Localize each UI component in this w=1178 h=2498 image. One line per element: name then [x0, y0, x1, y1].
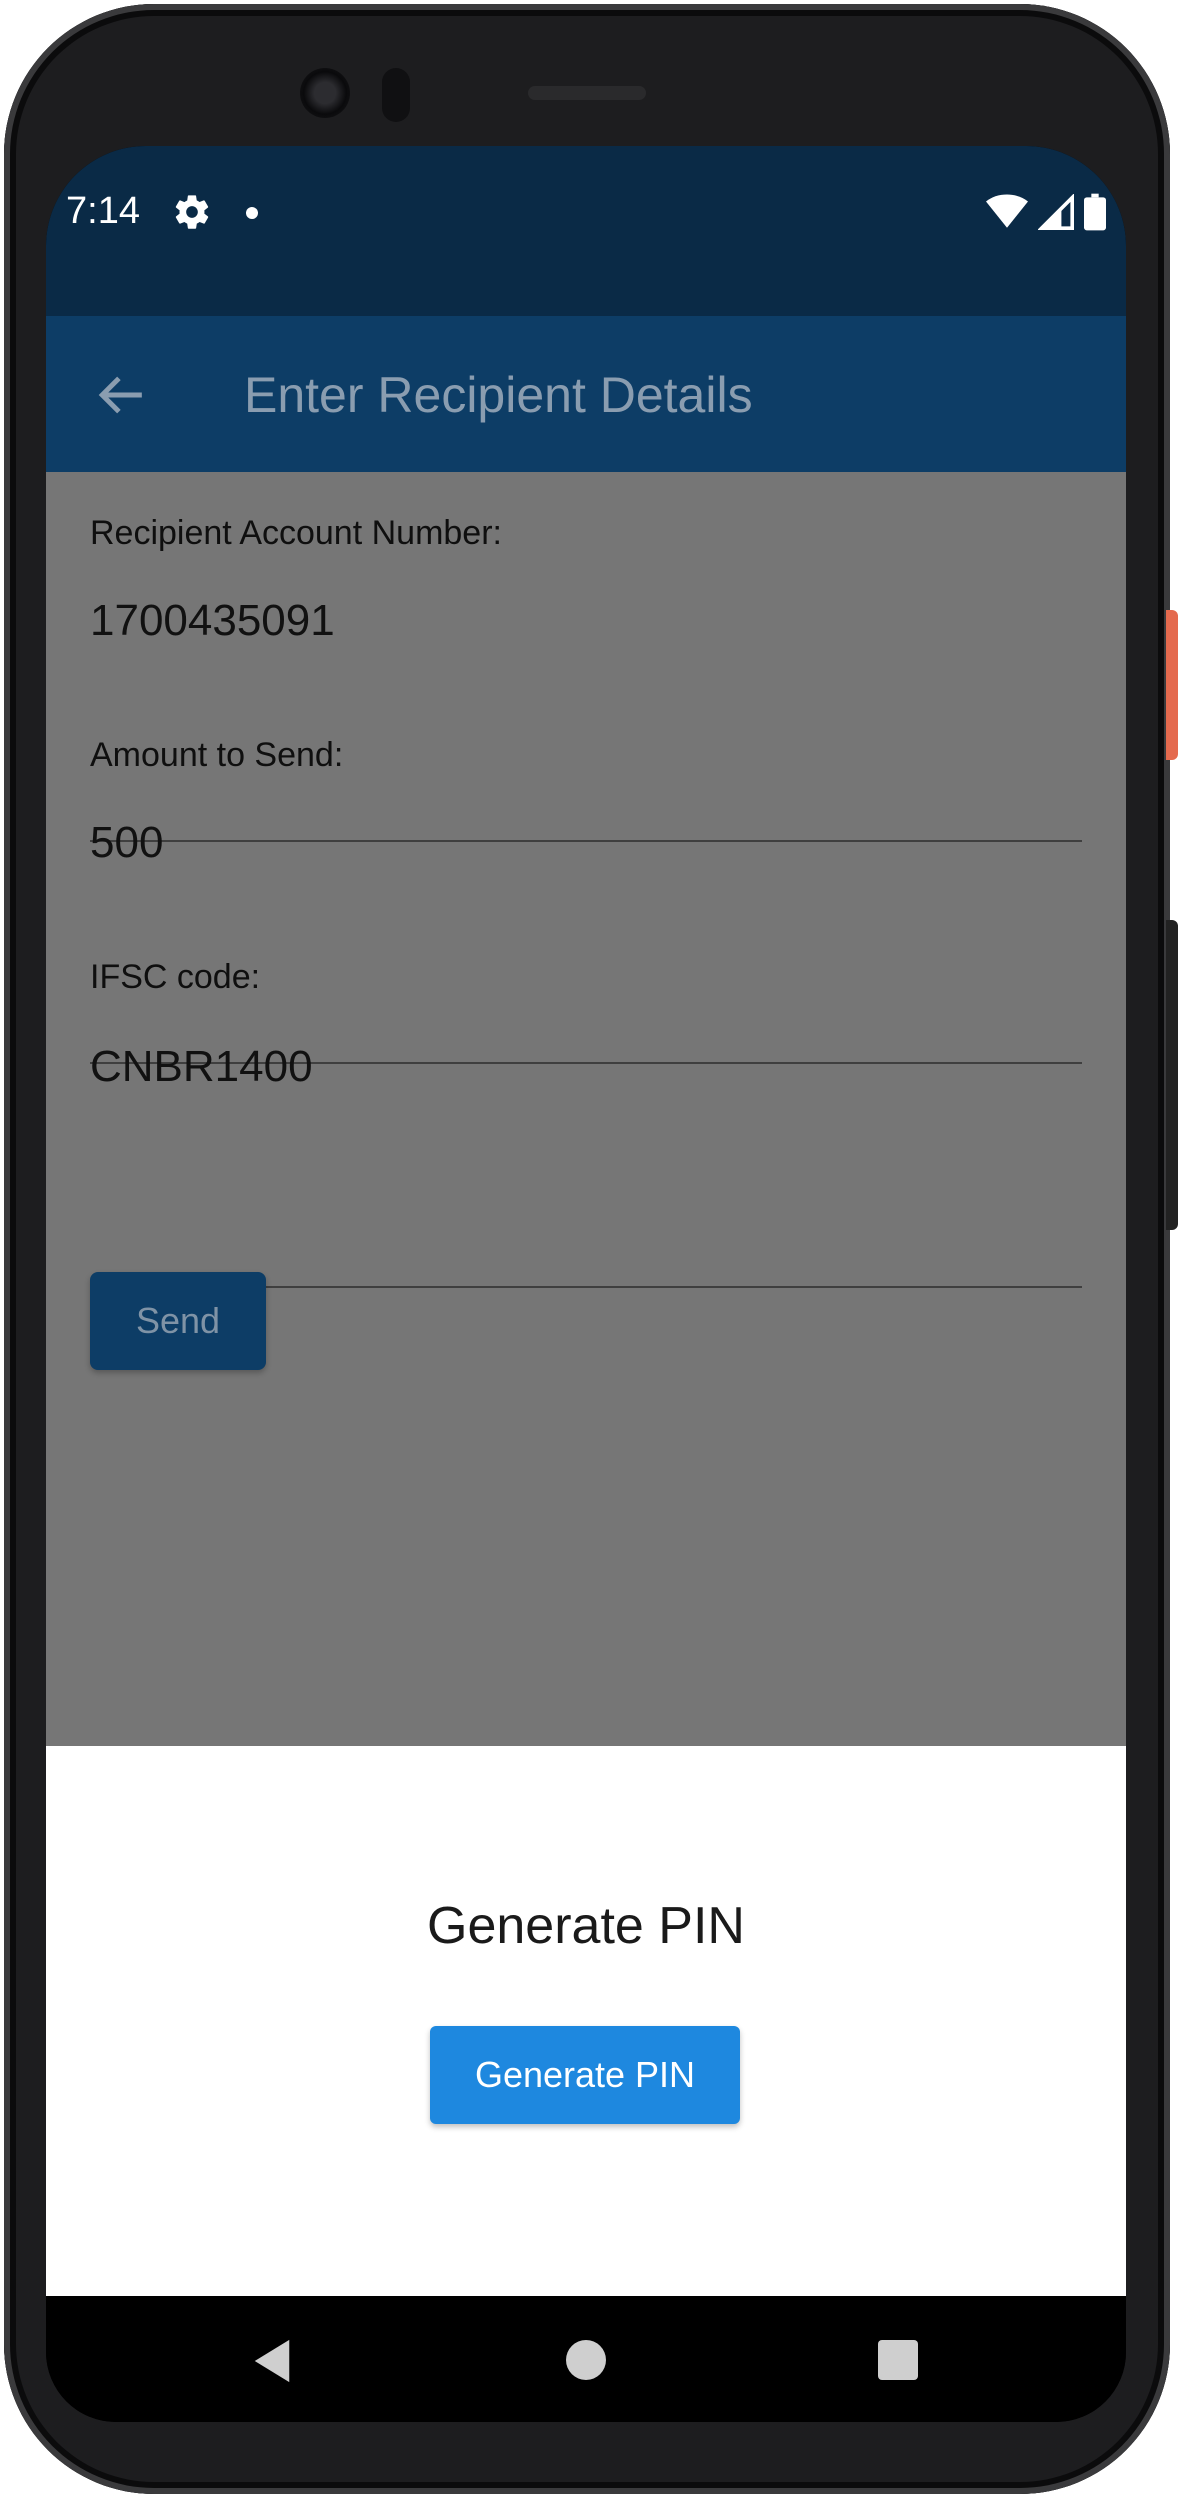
status-icons	[986, 192, 1106, 232]
form-content-scrim: Recipient Account Number: 1700435091 Amo…	[46, 472, 1126, 1746]
gear-icon	[175, 195, 209, 229]
ifsc-label: IFSC code:	[90, 958, 261, 996]
signal-icon	[1038, 194, 1074, 230]
notification-dot-icon	[246, 207, 258, 219]
camera-icon	[300, 68, 350, 118]
volume-button	[1166, 920, 1178, 1230]
account-number-underline	[90, 840, 1082, 842]
battery-icon	[1084, 193, 1106, 231]
wifi-icon	[986, 194, 1028, 228]
generate-pin-button[interactable]: Generate PIN	[430, 2026, 740, 2124]
page-title: Enter Recipient Details	[244, 367, 753, 423]
account-number-input[interactable]: 1700435091	[90, 596, 335, 646]
sheet-title: Generate PIN	[427, 1897, 745, 1955]
screen: 7:14 Enter Recipient Details Recipient A…	[46, 146, 1126, 2422]
amount-label: Amount to Send:	[90, 736, 344, 774]
amount-input[interactable]: 500	[90, 818, 163, 868]
sensor	[382, 68, 410, 122]
app-bar: Enter Recipient Details	[46, 316, 1126, 472]
nav-recents-icon[interactable]	[878, 2340, 918, 2380]
send-button[interactable]: Send	[90, 1272, 266, 1370]
back-arrow-icon[interactable]	[96, 374, 146, 416]
ifsc-input[interactable]: CNBR1400	[90, 1042, 313, 1092]
earpiece-speaker	[528, 86, 646, 100]
status-bar: 7:14	[46, 146, 1126, 316]
navigation-bar	[46, 2296, 1126, 2422]
generate-pin-sheet: Generate PIN Generate PIN	[46, 1746, 1126, 2296]
phone-frame: 7:14 Enter Recipient Details Recipient A…	[0, 0, 1178, 2498]
nav-back-icon[interactable]	[252, 2338, 292, 2384]
power-button	[1166, 610, 1178, 760]
nav-home-icon[interactable]	[566, 2340, 606, 2380]
account-number-label: Recipient Account Number:	[90, 514, 502, 552]
status-time: 7:14	[66, 190, 140, 232]
